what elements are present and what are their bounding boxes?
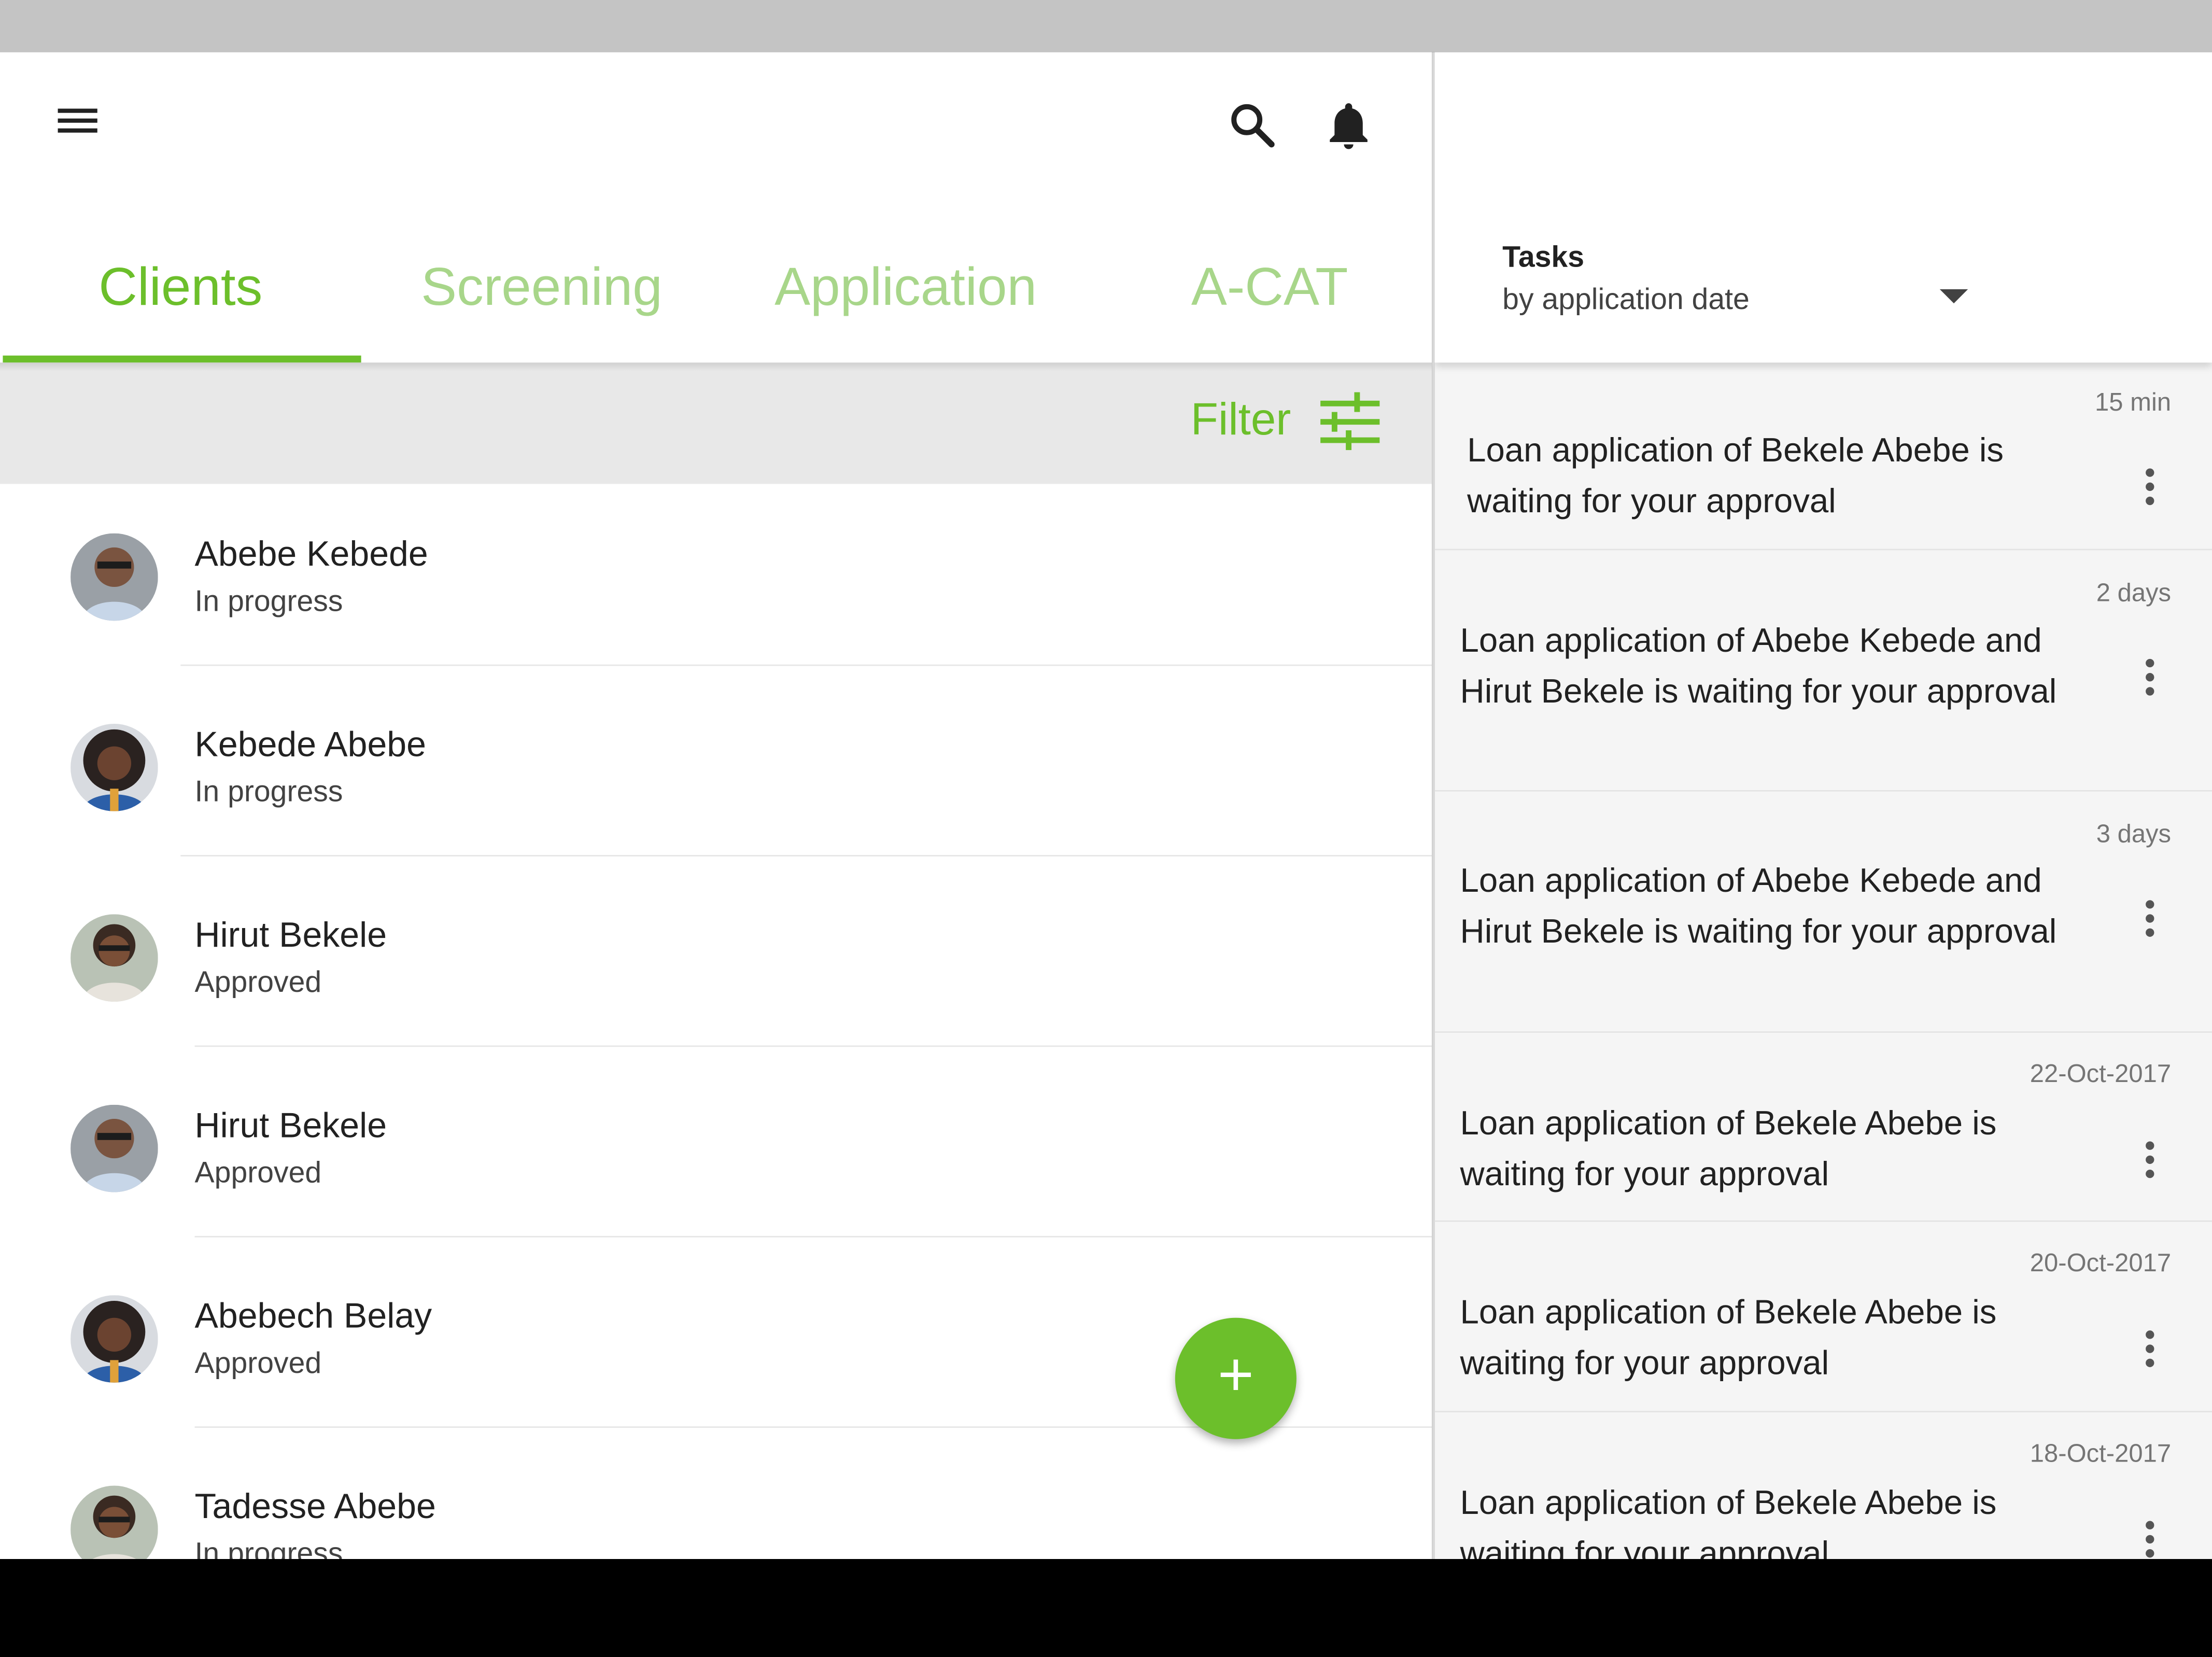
client-name: Tadesse Abebe: [194, 1487, 436, 1527]
add-client-button[interactable]: +: [1175, 1317, 1297, 1439]
avatar: [71, 724, 158, 811]
active-tab-indicator: [3, 355, 361, 363]
task-time: 3 days: [2096, 820, 2172, 848]
client-row[interactable]: Abebe Kebede In progress: [0, 484, 1432, 674]
divider: [180, 855, 1432, 856]
client-status: In progress: [194, 585, 343, 618]
avatar: [71, 914, 158, 1002]
client-name: Abebe Kebede: [194, 535, 428, 574]
client-row[interactable]: Hirut Bekele Approved: [0, 865, 1432, 1055]
task-time: 18-Oct-2017: [2030, 1439, 2172, 1468]
more-vert-icon[interactable]: [2140, 1330, 2160, 1373]
divider: [180, 664, 1432, 666]
tasks-header: Tasks by application date: [1434, 52, 2212, 363]
task-item[interactable]: 3 days Loan application of Abebe Kebede …: [1434, 792, 2212, 1033]
client-status: In progress: [194, 1538, 343, 1560]
avatar: [71, 1485, 158, 1560]
task-time: 2 days: [2096, 578, 2172, 607]
tasks-sort-dropdown[interactable]: by application date: [1502, 284, 1750, 317]
tasks-title: Tasks: [1502, 241, 1585, 274]
task-text: Loan application of Abebe Kebede and Hir…: [1460, 862, 2057, 951]
status-bar: [0, 0, 2212, 52]
app-screen: Clients Screening Application A-CAT Filt…: [0, 0, 2212, 1656]
tab-clients[interactable]: Clients: [0, 235, 361, 362]
more-vert-icon[interactable]: [2140, 468, 2160, 511]
client-row[interactable]: Tadesse Abebe In progress: [0, 1436, 1432, 1560]
task-time: 20-Oct-2017: [2030, 1248, 2172, 1277]
plus-icon: +: [1217, 1340, 1254, 1410]
client-name: Abebech Belay: [194, 1296, 432, 1337]
filter-button[interactable]: Filter: [1191, 394, 1291, 446]
tab-bar: Clients Screening Application A-CAT: [0, 235, 1432, 362]
more-vert-icon[interactable]: [2140, 1141, 2160, 1184]
task-item[interactable]: 15 min Loan application of Bekele Abebe …: [1434, 362, 2212, 551]
task-text: Loan application of Abebe Kebede and Hir…: [1460, 622, 2057, 711]
tab-screening[interactable]: Screening: [361, 235, 723, 362]
notification-bell-icon[interactable]: [1320, 97, 1377, 154]
filter-sliders-icon[interactable]: [1315, 391, 1380, 453]
task-time: 22-Oct-2017: [2030, 1059, 2172, 1088]
search-icon[interactable]: [1224, 97, 1281, 154]
divider: [194, 1235, 1432, 1238]
client-status: Approved: [194, 1157, 322, 1190]
tab-application[interactable]: Application: [722, 235, 1089, 362]
filter-bar: Filter: [0, 362, 1432, 484]
more-vert-icon[interactable]: [2140, 658, 2160, 701]
task-item[interactable]: 2 days Loan application of Abebe Kebede …: [1434, 550, 2212, 792]
avatar: [71, 1104, 158, 1192]
client-name: Hirut Bekele: [194, 1106, 387, 1146]
task-item[interactable]: 18-Oct-2017 Loan application of Bekele A…: [1435, 1412, 2212, 1559]
task-text: Loan application of Bekele Abebe is wait…: [1460, 1104, 1997, 1194]
avatar: [71, 533, 158, 621]
system-navigation-bar: [0, 1559, 2212, 1656]
more-vert-icon[interactable]: [2140, 1521, 2160, 1559]
tab-a-cat[interactable]: A-CAT: [1089, 235, 1432, 362]
task-time: 15 min: [2095, 388, 2172, 416]
dropdown-caret-icon[interactable]: [1939, 289, 1968, 304]
client-status: Approved: [194, 1347, 322, 1380]
app-bar-shadow: [0, 362, 1432, 371]
app-bar: Clients Screening Application A-CAT: [0, 52, 1432, 363]
divider: [194, 1045, 1432, 1047]
client-status: In progress: [194, 776, 343, 809]
task-text: Loan application of Bekele Abebe is wait…: [1460, 1294, 1997, 1383]
client-row[interactable]: Kebede Abebe In progress: [0, 675, 1432, 865]
client-status: Approved: [194, 966, 322, 999]
tasks-pane: Tasks by application date 15 min Loan ap…: [1434, 52, 2212, 1560]
clients-pane: Clients Screening Application A-CAT Filt…: [0, 52, 1432, 1560]
more-vert-icon[interactable]: [2140, 900, 2160, 943]
task-item[interactable]: 20-Oct-2017 Loan application of Bekele A…: [1434, 1222, 2212, 1413]
task-item[interactable]: 22-Oct-2017 Loan application of Bekele A…: [1434, 1033, 2212, 1222]
client-name: Kebede Abebe: [194, 725, 427, 765]
task-text: Loan application of Bekele Abebe is wait…: [1467, 431, 2004, 521]
avatar: [71, 1295, 158, 1383]
client-name: Hirut Bekele: [194, 916, 387, 956]
hamburger-menu-icon[interactable]: [53, 103, 102, 140]
task-text: Loan application of Bekele Abebe is wait…: [1460, 1484, 1997, 1560]
client-row[interactable]: Hirut Bekele Approved: [0, 1056, 1432, 1246]
